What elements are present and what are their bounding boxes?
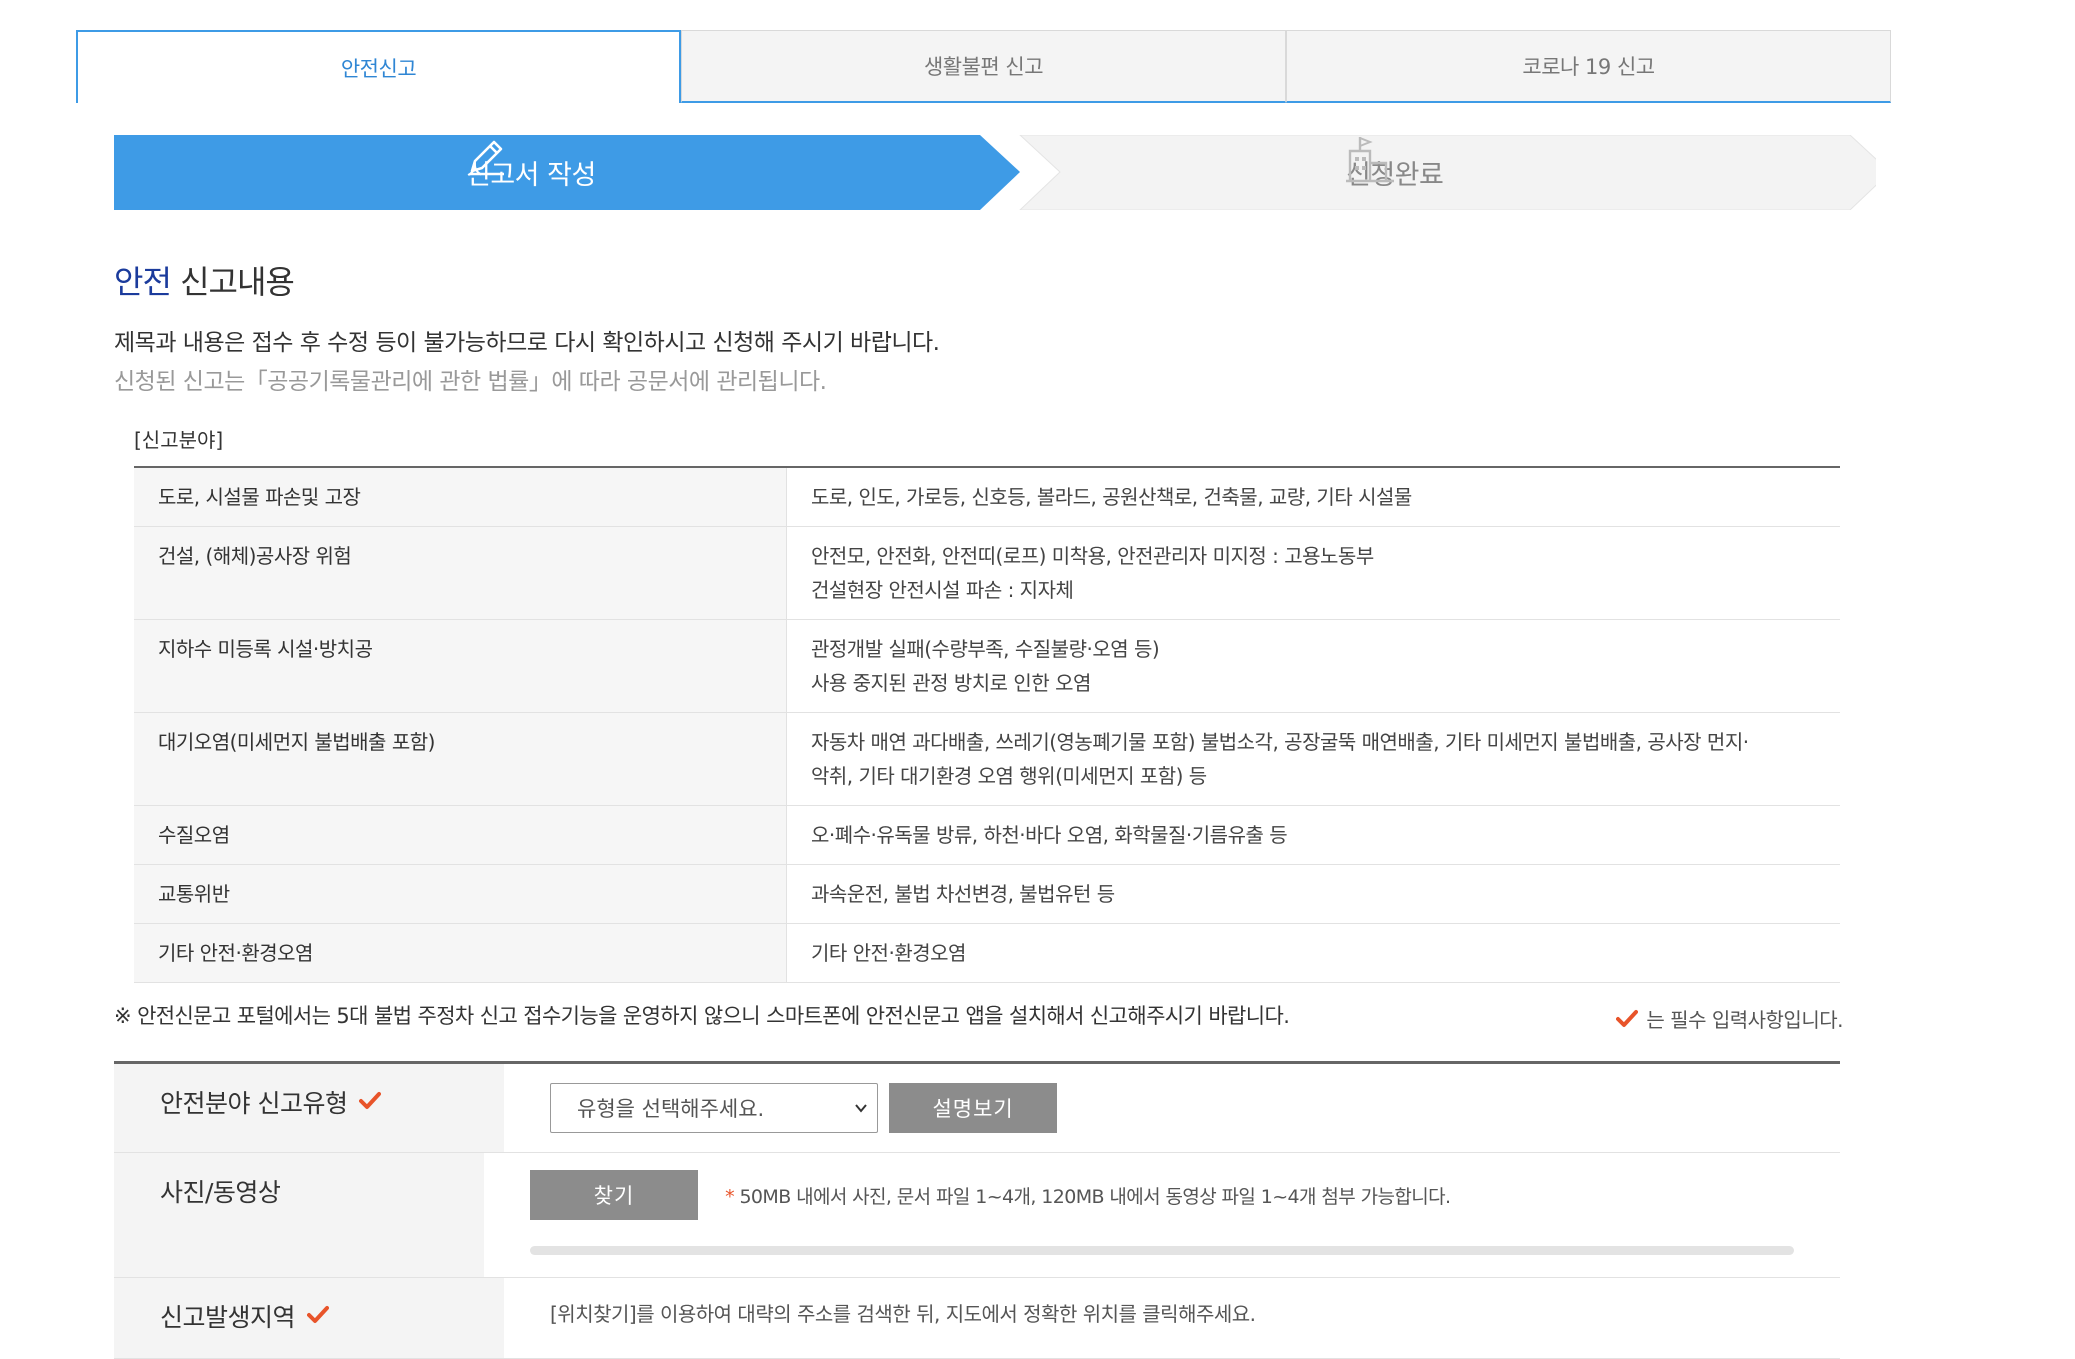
desc-line: 관정개발 실패(수량부족, 수질불량·오염 등) xyxy=(811,637,1160,661)
form-row-type: 안전분야 신고유형 유형을 선택해주세요. 설명보기 xyxy=(114,1064,1840,1153)
category-desc: 도로, 인도, 가로등, 신호등, 볼라드, 공원산책로, 건축물, 교량, 기… xyxy=(786,468,1840,526)
notice-main: 제목과 내용은 접수 후 수정 등이 불가능하므로 다시 확인하시고 신청해 주… xyxy=(114,330,940,356)
category-table: 도로, 시설물 파손및 고장 도로, 인도, 가로등, 신호등, 볼라드, 공원… xyxy=(134,466,1840,983)
desc-line: 오·폐수·유독물 방류, 하천·바다 오염, 화학물질·기름유출 등 xyxy=(811,823,1288,847)
region-hint: [위치찾기]를 이용하여 대략의 주소를 검색한 뒤, 지도에서 정확한 위치를… xyxy=(550,1302,1256,1326)
tab-corona19-report[interactable]: 코로나 19 신고 xyxy=(1286,30,1891,103)
category-name: 대기오염(미세먼지 불법배출 포함) xyxy=(134,713,786,805)
region-field: [위치찾기]를 이용하여 대략의 주소를 검색한 뒤, 지도에서 정확한 위치를… xyxy=(504,1278,1840,1358)
category-name: 기타 안전·환경오염 xyxy=(134,924,786,982)
building-icon xyxy=(1346,137,1394,183)
media-hint: * 50MB 내에서 사진, 문서 파일 1~4개, 120MB 내에서 동영상… xyxy=(725,1185,1451,1208)
tab-label: 안전신고 xyxy=(340,56,417,81)
category-desc: 안전모, 안전화, 안전띠(로프) 미착용, 안전관리자 미지정 : 고용노동부… xyxy=(786,527,1840,619)
step-write: 신고서 작성 xyxy=(466,135,596,210)
table-row: 교통위반 과속운전, 불법 차선변경, 불법유턴 등 xyxy=(134,865,1840,924)
table-row: 도로, 시설물 파손및 고장 도로, 인도, 가로등, 신호등, 볼라드, 공원… xyxy=(134,468,1840,527)
report-form: 안전분야 신고유형 유형을 선택해주세요. 설명보기 사진/동영상 찾기 * 5… xyxy=(114,1061,1840,1359)
category-name: 교통위반 xyxy=(134,865,786,923)
type-label-text: 안전분야 신고유형 xyxy=(160,1089,348,1118)
parking-warning: ※ 안전신문고 포털에서는 5대 불법 주정차 신고 접수기능을 운영하지 않으… xyxy=(114,1004,1290,1028)
desc-line: 사용 중지된 관정 방치로 인한 오염 xyxy=(811,671,1091,695)
checkmark-icon xyxy=(1616,1009,1639,1027)
pencil-icon xyxy=(470,140,504,176)
chevron-down-icon xyxy=(855,1104,867,1113)
report-type-select[interactable]: 유형을 선택해주세요. xyxy=(550,1083,878,1133)
table-row: 기타 안전·환경오염 기타 안전·환경오염 xyxy=(134,924,1840,983)
category-desc: 오·폐수·유독물 방류, 하천·바다 오염, 화학물질·기름유출 등 xyxy=(786,806,1840,864)
tab-label: 생활불편 신고 xyxy=(923,55,1044,79)
step-progress: 신고서 작성 신청완료 xyxy=(114,135,1876,210)
report-type-tabs: 안전신고 생활불편 신고 코로나 19 신고 xyxy=(76,30,1891,105)
category-desc: 관정개발 실패(수량부족, 수질불량·오염 등) 사용 중지된 관정 방치로 인… xyxy=(786,620,1840,712)
tab-label: 코로나 19 신고 xyxy=(1522,55,1655,79)
category-name: 건설, (해체)공사장 위험 xyxy=(134,527,786,619)
type-field: 유형을 선택해주세요. 설명보기 xyxy=(504,1064,1840,1152)
category-label: [신고분야] xyxy=(134,428,224,452)
category-name: 수질오염 xyxy=(134,806,786,864)
category-name: 도로, 시설물 파손및 고장 xyxy=(134,468,786,526)
desc-line: 건설현장 안전시설 파손 : 지자체 xyxy=(811,578,1074,602)
find-file-button[interactable]: 찾기 xyxy=(530,1170,698,1220)
required-note-text: 는 필수 입력사항입니다. xyxy=(1646,1008,1843,1032)
type-label: 안전분야 신고유형 xyxy=(114,1064,504,1152)
table-row: 건설, (해체)공사장 위험 안전모, 안전화, 안전띠(로프) 미착용, 안전… xyxy=(134,527,1840,620)
desc-line: 자동차 매연 과다배출, 쓰레기(영농폐기물 포함) 불법소각, 공장굴뚝 매연… xyxy=(811,730,1749,754)
section-title-highlight: 안전 xyxy=(114,263,172,301)
media-field: 찾기 * 50MB 내에서 사진, 문서 파일 1~4개, 120MB 내에서 … xyxy=(484,1153,1840,1277)
hint-star: * xyxy=(725,1185,735,1208)
desc-line: 도로, 인도, 가로등, 신호등, 볼라드, 공원산책로, 건축물, 교량, 기… xyxy=(811,485,1412,509)
step-complete: 신청완료 xyxy=(1346,135,1444,210)
media-label-text: 사진/동영상 xyxy=(160,1178,281,1207)
select-value: 유형을 선택해주세요. xyxy=(577,1097,765,1121)
required-checkmark-icon xyxy=(307,1306,330,1323)
explain-button[interactable]: 설명보기 xyxy=(889,1083,1058,1133)
required-checkmark-icon xyxy=(359,1092,382,1109)
category-desc: 과속운전, 불법 차선변경, 불법유턴 등 xyxy=(786,865,1840,923)
notice-sub: 신청된 신고는「공공기록물관리에 관한 법률」에 따라 공문서에 관리됩니다. xyxy=(114,369,827,395)
category-desc: 자동차 매연 과다배출, 쓰레기(영농폐기물 포함) 불법소각, 공장굴뚝 매연… xyxy=(786,713,1840,805)
section-title: 안전 신고내용 xyxy=(114,257,295,303)
upload-progress-bar xyxy=(530,1246,1794,1255)
step-arrows xyxy=(114,135,1876,210)
category-desc: 기타 안전·환경오염 xyxy=(786,924,1840,982)
table-row: 수질오염 오·폐수·유독물 방류, 하천·바다 오염, 화학물질·기름유출 등 xyxy=(134,806,1840,865)
region-label: 신고발생지역 xyxy=(114,1278,504,1358)
media-label: 사진/동영상 xyxy=(114,1153,484,1277)
tab-living-inconvenience-report[interactable]: 생활불편 신고 xyxy=(681,30,1286,103)
section-title-rest: 신고내용 xyxy=(170,263,295,301)
desc-line: 안전모, 안전화, 안전띠(로프) 미착용, 안전관리자 미지정 : 고용노동부 xyxy=(811,544,1374,568)
category-name: 지하수 미등록 시설·방치공 xyxy=(134,620,786,712)
desc-line: 악취, 기타 대기환경 오염 행위(미세먼지 포함) 등 xyxy=(811,764,1207,788)
table-row: 지하수 미등록 시설·방치공 관정개발 실패(수량부족, 수질불량·오염 등) … xyxy=(134,620,1840,713)
required-note: 는 필수 입력사항입니다. xyxy=(1616,1004,1843,1033)
region-label-text: 신고발생지역 xyxy=(160,1303,296,1332)
tab-safety-report[interactable]: 안전신고 xyxy=(76,30,681,103)
desc-line: 과속운전, 불법 차선변경, 불법유턴 등 xyxy=(811,882,1115,906)
desc-line: 기타 안전·환경오염 xyxy=(811,941,966,965)
table-row: 대기오염(미세먼지 불법배출 포함) 자동차 매연 과다배출, 쓰레기(영농폐기… xyxy=(134,713,1840,806)
hint-text: 50MB 내에서 사진, 문서 파일 1~4개, 120MB 내에서 동영상 파… xyxy=(734,1185,1451,1208)
form-row-media: 사진/동영상 찾기 * 50MB 내에서 사진, 문서 파일 1~4개, 120… xyxy=(114,1153,1840,1278)
